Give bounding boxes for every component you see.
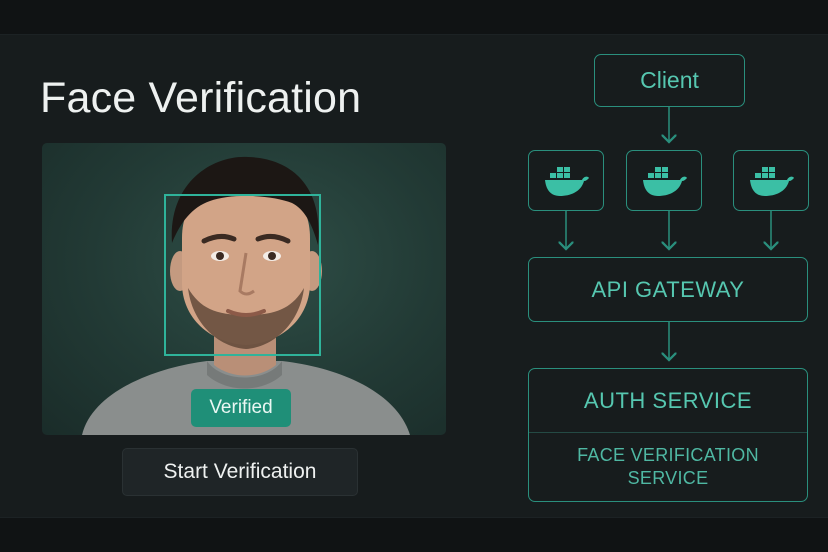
docker-icon [643,166,687,196]
api-gateway-node: API GATEWAY [528,257,808,322]
docker-icon [750,166,794,196]
auth-service-node: AUTH SERVICE [529,369,807,433]
verified-badge: Verified [191,389,291,427]
top-bar [0,0,828,35]
bottom-bar [0,517,828,552]
start-verification-button[interactable]: Start Verification [122,448,358,496]
page-title: Face Verification [40,74,362,122]
face-verification-service-node: FACE VERIFICATION SERVICE [529,433,807,501]
client-node: Client [594,54,745,107]
docker-icon [545,166,589,196]
services-group: AUTH SERVICE FACE VERIFICATION SERVICE [528,368,808,502]
container-node-1 [528,150,604,211]
container-node-2 [626,150,702,211]
container-node-3 [733,150,809,211]
face-detection-box [164,194,321,356]
camera-preview: Verified [42,143,446,435]
face-service-label: FACE VERIFICATION SERVICE [577,445,759,488]
